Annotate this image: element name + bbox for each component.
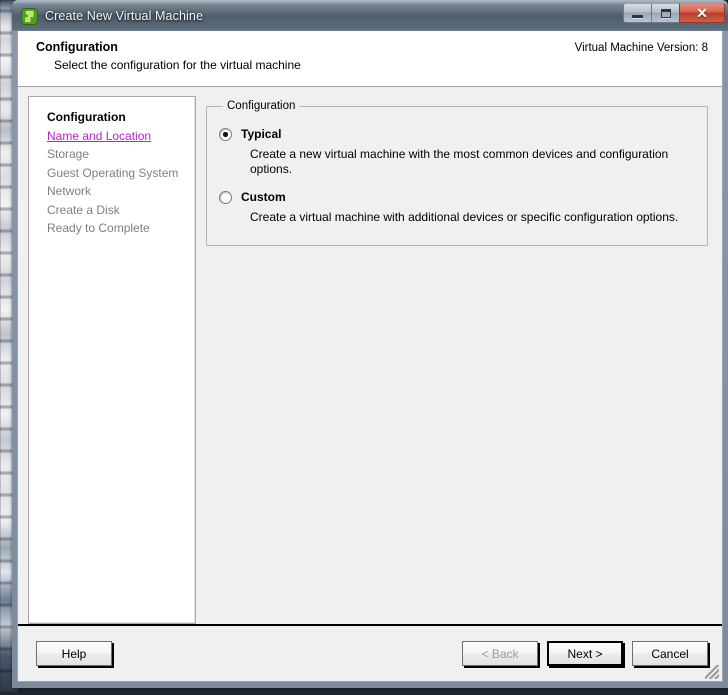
help-button[interactable]: Help <box>36 641 112 666</box>
step-storage[interactable]: Storage <box>47 145 195 164</box>
maximize-button[interactable] <box>651 3 680 23</box>
title-bar[interactable]: Create New Virtual Machine ✕ <box>12 0 728 31</box>
step-network[interactable]: Network <box>47 182 195 201</box>
navigation-buttons: < Back Next > Cancel <box>462 641 708 666</box>
vm-version-label: Virtual Machine Version: 8 <box>574 42 708 54</box>
back-button[interactable]: < Back <box>462 641 538 666</box>
resize-grip[interactable] <box>705 665 719 679</box>
radio-custom[interactable] <box>219 191 232 204</box>
option-custom[interactable]: Custom Create a virtual machine with add… <box>219 190 695 225</box>
configuration-groupbox-legend: Configuration <box>227 100 296 112</box>
vm-app-icon <box>21 7 38 25</box>
page-subtitle: Select the configuration for the virtual… <box>54 58 301 72</box>
wizard-content-panel: Configuration Typical Create a new virtu… <box>206 96 712 624</box>
radio-typical-description: Create a new virtual machine with the mo… <box>250 147 669 176</box>
window-title: Create New Virtual Machine <box>45 9 203 23</box>
wizard-footer: Help < Back Next > Cancel <box>18 626 722 681</box>
radio-custom-description: Create a virtual machine with additional… <box>250 210 679 224</box>
cancel-button[interactable]: Cancel <box>632 641 708 666</box>
close-icon: ✕ <box>696 5 708 21</box>
create-new-virtual-machine-window: Create New Virtual Machine ✕ Configurati… <box>12 0 728 688</box>
radio-typical[interactable] <box>219 128 232 141</box>
maximize-icon <box>660 8 671 18</box>
step-create-a-disk[interactable]: Create a Disk <box>47 201 195 220</box>
step-guest-operating-system[interactable]: Guest Operating System <box>47 164 195 183</box>
radio-custom-label: Custom <box>241 190 286 204</box>
option-typical[interactable]: Typical Create a new virtual machine wit… <box>219 127 695 177</box>
wizard-header: Configuration Select the configuration f… <box>18 31 722 87</box>
wizard-steps-panel: Configuration Name and Location Storage … <box>28 96 196 624</box>
dialog-client-area: Configuration Select the configuration f… <box>17 31 723 682</box>
step-configuration[interactable]: Configuration <box>47 108 195 127</box>
window-controls: ✕ <box>623 3 725 25</box>
radio-typical-label: Typical <box>241 127 282 141</box>
close-button[interactable]: ✕ <box>679 3 725 23</box>
next-button[interactable]: Next > <box>547 641 623 666</box>
step-name-and-location[interactable]: Name and Location <box>47 127 195 146</box>
step-ready-to-complete[interactable]: Ready to Complete <box>47 219 195 238</box>
configuration-groupbox: Configuration Typical Create a new virtu… <box>206 100 708 246</box>
wizard-body: Configuration Name and Location Storage … <box>18 87 722 624</box>
minimize-icon <box>632 15 643 18</box>
minimize-button[interactable] <box>623 3 652 23</box>
